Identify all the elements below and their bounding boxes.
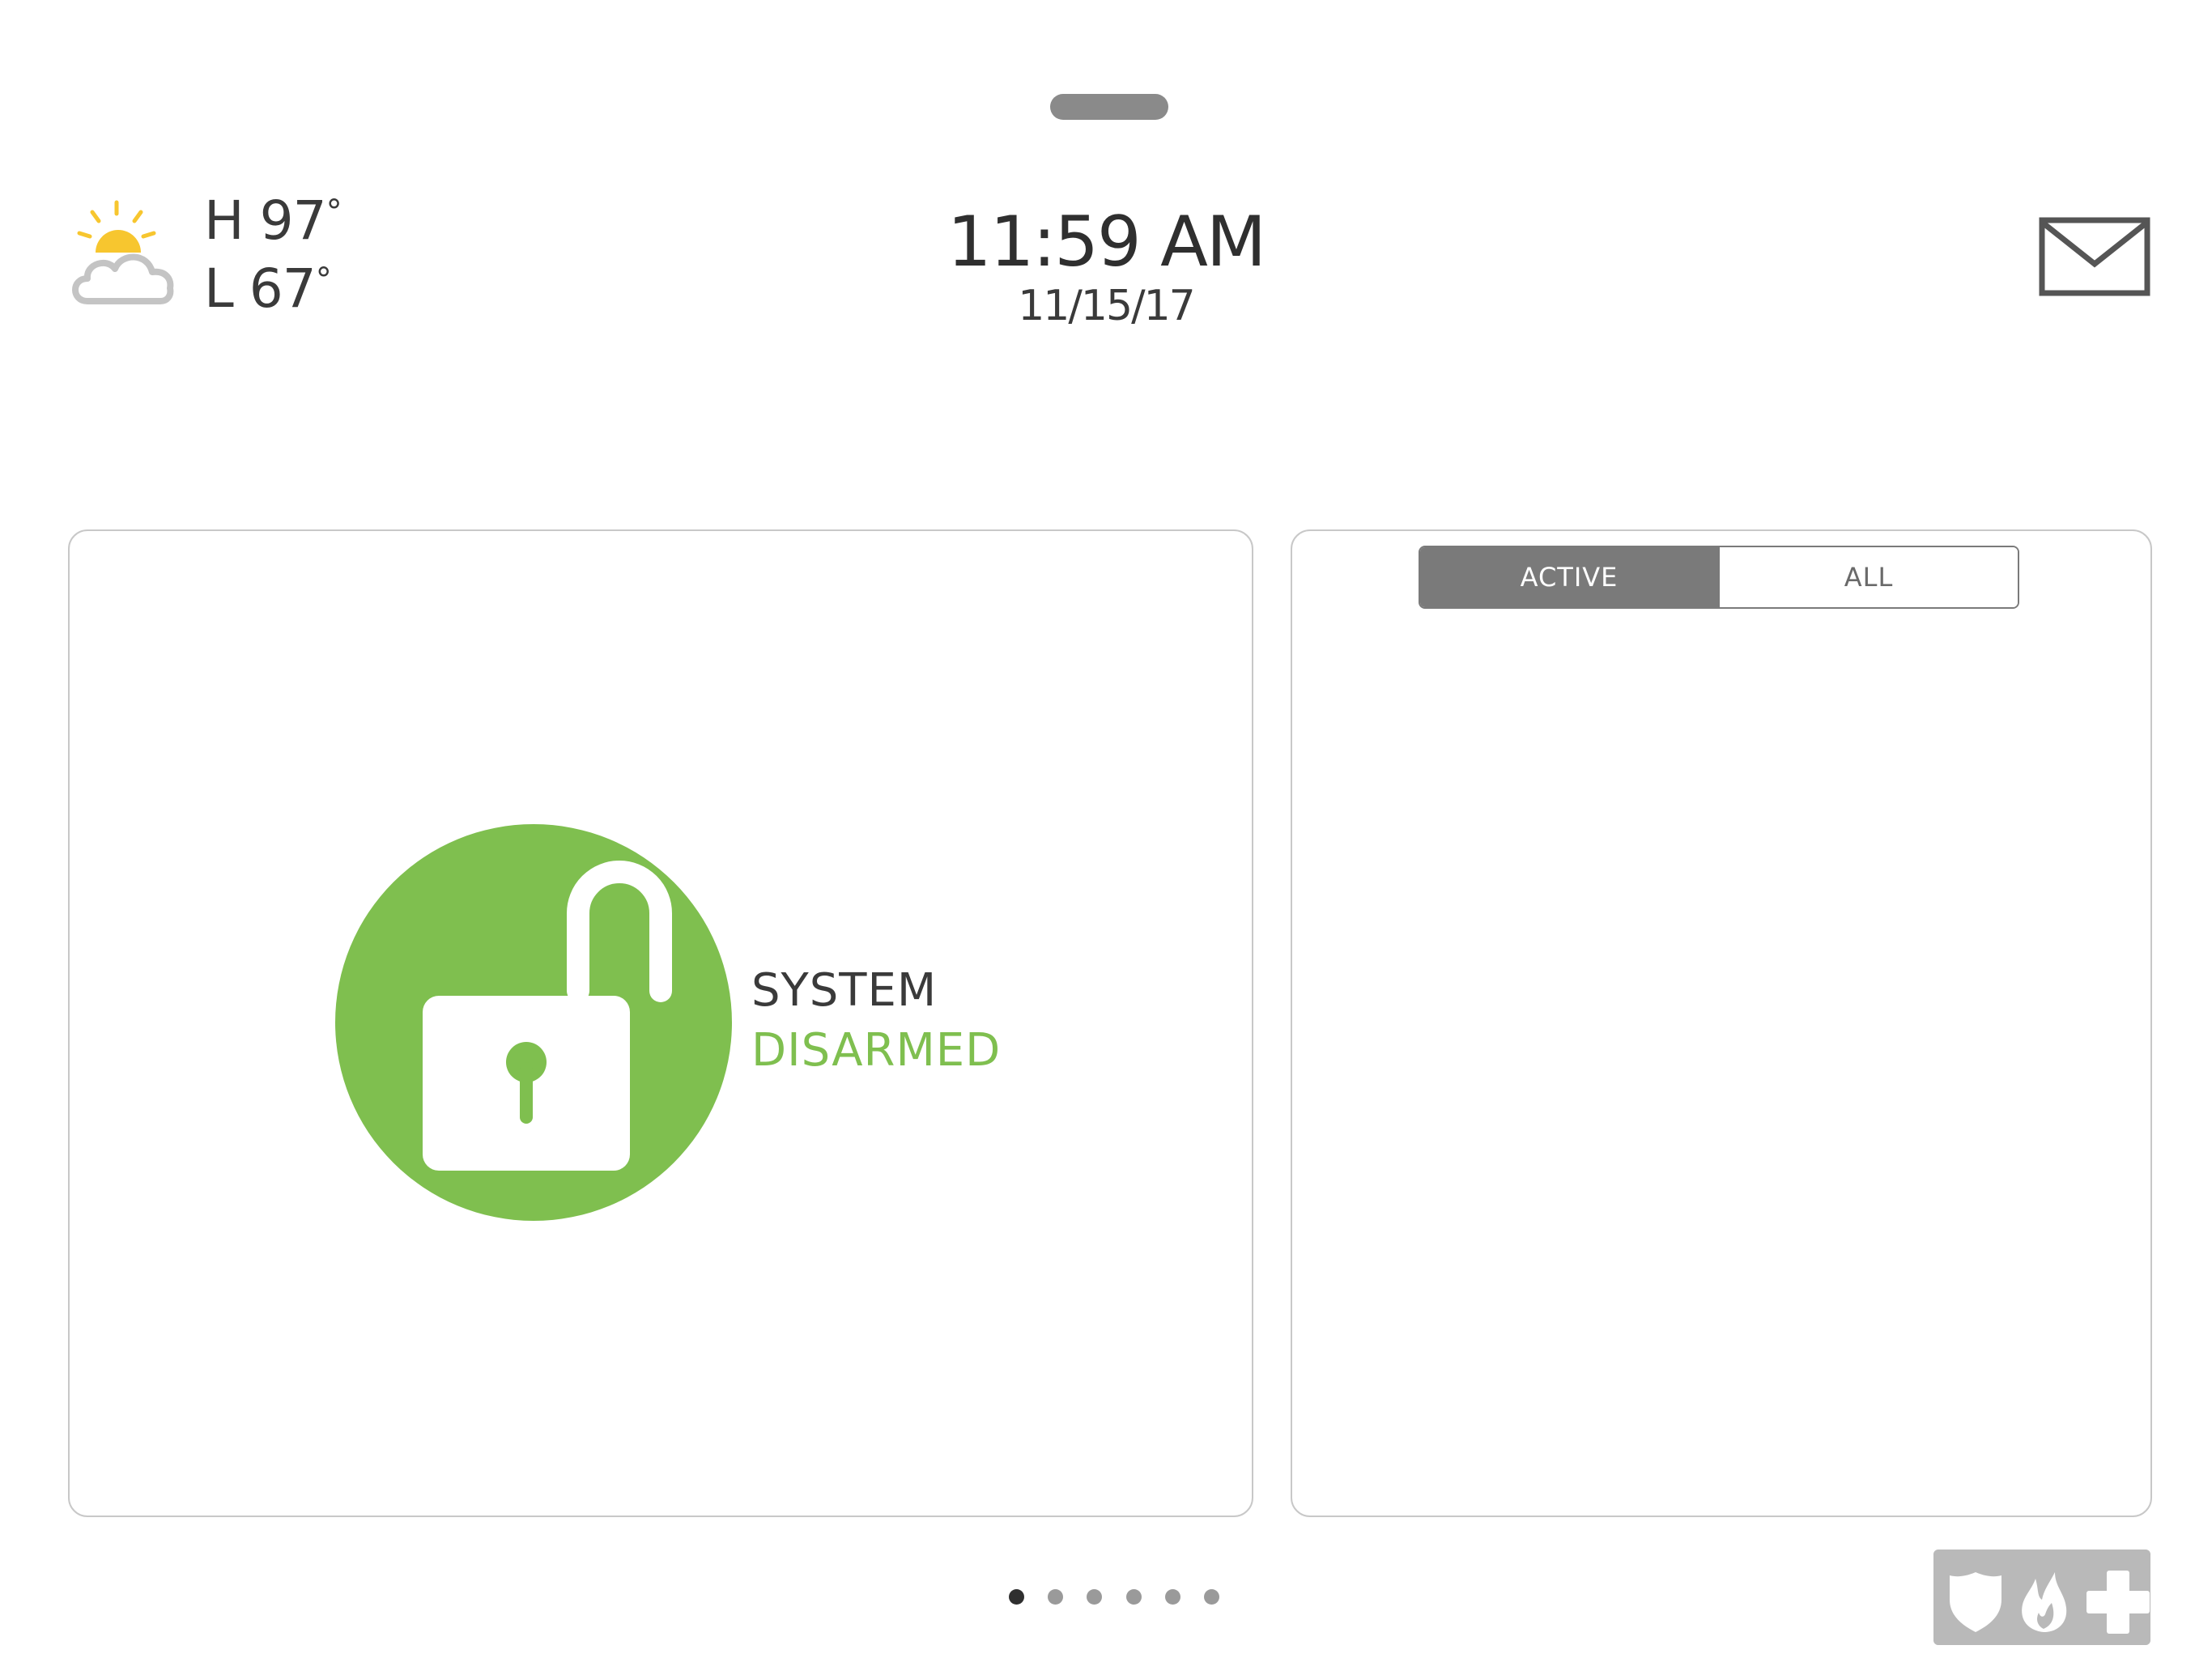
emergency-button[interactable] <box>1933 1550 2150 1645</box>
status-system-label: SYSTEM <box>751 964 938 1017</box>
page-dot-2[interactable] <box>1048 1588 1064 1605</box>
page-dot-1[interactable] <box>1009 1588 1024 1605</box>
pull-down-handle[interactable] <box>1050 94 1168 120</box>
unlocked-padlock-icon[interactable] <box>335 824 732 1221</box>
clock-time: 11:59 AM <box>946 202 1266 283</box>
envelope-icon[interactable] <box>2039 217 2150 296</box>
partly-sunny-icon <box>72 200 174 304</box>
sensors-panel <box>1291 529 2152 1517</box>
page-dot-5[interactable] <box>1164 1588 1180 1605</box>
status-disarmed-label: DISARMED <box>751 1024 1002 1077</box>
sensor-filter-toggle: ACTIVE ALL <box>1419 546 2019 609</box>
temperature-high: H 97° <box>204 189 342 252</box>
tab-all[interactable]: ALL <box>1718 547 2018 607</box>
page-dot-6[interactable] <box>1203 1588 1219 1605</box>
tab-active[interactable]: ACTIVE <box>1420 547 1718 607</box>
page-indicator <box>1009 1587 1219 1606</box>
temperature-low: L 67° <box>204 257 332 320</box>
page-dot-4[interactable] <box>1125 1588 1142 1605</box>
page-dot-3[interactable] <box>1087 1588 1103 1605</box>
clock-date: 11/15/17 <box>1018 282 1196 330</box>
